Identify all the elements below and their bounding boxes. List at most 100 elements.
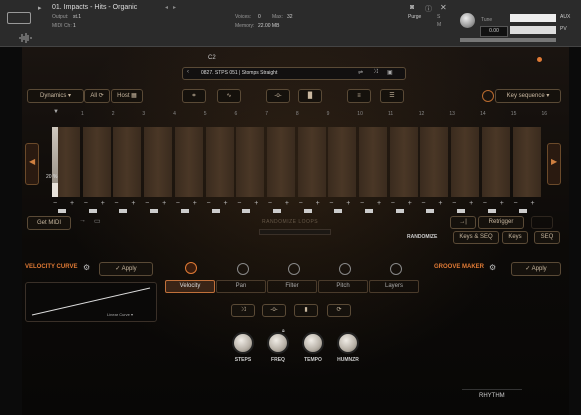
key-sequence-power-icon[interactable] — [482, 90, 494, 102]
close-icon[interactable]: ✕ — [440, 3, 447, 12]
step-plus-icon[interactable]: + — [377, 200, 381, 207]
key-sequence-dropdown[interactable]: Key sequence ▾ — [495, 89, 561, 103]
max-value[interactable]: 32 — [287, 14, 293, 20]
step-toggle[interactable] — [487, 209, 496, 213]
s-button[interactable]: S — [437, 14, 440, 20]
step-bar[interactable] — [389, 127, 418, 197]
info-icon[interactable]: ⓘ — [425, 4, 432, 14]
step-toggle[interactable] — [426, 209, 435, 213]
pan-meter[interactable] — [510, 26, 556, 34]
midi-value[interactable]: 1 — [73, 23, 76, 29]
sequencer-next-button[interactable]: ▶ — [547, 143, 561, 185]
filter-power-icon[interactable] — [288, 263, 300, 275]
step-plus-icon[interactable]: + — [193, 200, 197, 207]
keys-seq-button[interactable]: Keys & SEQ — [453, 231, 499, 244]
step-bar[interactable] — [420, 127, 449, 197]
step-bar[interactable] — [144, 127, 173, 197]
prev-arrow-icon[interactable]: ◂ — [165, 4, 170, 11]
humnzr-knob[interactable] — [337, 332, 359, 354]
step-bar[interactable] — [52, 127, 80, 197]
step-bar[interactable] — [266, 127, 295, 197]
copy-button[interactable]: ≡ — [347, 89, 371, 103]
step-toggle[interactable] — [88, 209, 97, 213]
step-minus-icon[interactable]: − — [114, 200, 118, 207]
collapse-icon[interactable]: ▸ — [38, 4, 46, 12]
keys-button[interactable]: Keys — [502, 231, 528, 244]
level-mod-button[interactable]: ▮ — [294, 304, 318, 317]
groove-apply-button[interactable]: ✓ Apply — [511, 262, 561, 276]
all-toggle[interactable]: All ⟳ — [84, 89, 110, 103]
aux-label[interactable]: AUX — [560, 14, 570, 20]
velocity-curve-graph[interactable] — [25, 282, 157, 322]
pitch-power-icon[interactable] — [339, 263, 351, 275]
step-minus-icon[interactable]: − — [237, 200, 241, 207]
tab-filter[interactable]: Filter — [267, 280, 317, 293]
pan-power-icon[interactable] — [237, 263, 249, 275]
step-minus-icon[interactable]: − — [421, 200, 425, 207]
retrigger-arrow-button[interactable]: →| — [450, 216, 476, 229]
crop-button[interactable]: ⌗ — [182, 89, 206, 103]
velocity-power-icon[interactable] — [185, 262, 197, 274]
preset-prev-icon[interactable]: ‹ — [187, 69, 189, 75]
shuffle-button[interactable]: ⤨ — [231, 304, 255, 317]
step-bar[interactable] — [359, 127, 387, 197]
step-toggle[interactable] — [457, 209, 466, 213]
step-toggle[interactable] — [58, 209, 66, 213]
purge-button[interactable]: Purge — [408, 14, 421, 20]
retrigger-button[interactable]: Retrigger — [478, 216, 524, 229]
step-plus-icon[interactable]: + — [285, 200, 289, 207]
step-minus-icon[interactable]: − — [329, 200, 333, 207]
rhythm-tab[interactable]: RHYTHM — [462, 389, 522, 402]
step-minus-icon[interactable]: − — [268, 200, 272, 207]
get-midi-button[interactable]: Get MIDI — [27, 216, 71, 230]
step-bar[interactable] — [297, 127, 326, 197]
step-bar[interactable] — [481, 127, 510, 197]
velocity-settings-gear-icon[interactable]: ⚙ — [83, 263, 90, 272]
curve-button[interactable]: ∿ — [217, 89, 241, 103]
level-slider[interactable] — [460, 38, 556, 42]
step-toggle[interactable] — [150, 209, 159, 213]
step-toggle[interactable] — [518, 209, 527, 213]
step-bar[interactable] — [205, 127, 234, 197]
step-plus-icon[interactable]: + — [438, 200, 442, 207]
shuffle-icon[interactable]: ⤨ — [373, 69, 378, 76]
step-plus-icon[interactable]: + — [408, 200, 412, 207]
tune-value[interactable]: 0.00 — [480, 26, 508, 37]
step-toggle[interactable] — [303, 209, 312, 213]
sequencer-prev-button[interactable]: ◀ — [25, 143, 39, 185]
steps-knob[interactable] — [232, 332, 254, 354]
step-minus-icon[interactable]: − — [360, 200, 364, 207]
slider-mod-button[interactable]: -o- — [262, 304, 286, 317]
tempo-knob[interactable] — [302, 332, 324, 354]
step-plus-icon[interactable]: + — [531, 200, 535, 207]
step-minus-icon[interactable]: − — [452, 200, 456, 207]
step-toggle[interactable] — [211, 209, 220, 213]
step-sequencer[interactable] — [52, 127, 544, 197]
step-toggle[interactable] — [334, 209, 343, 213]
step-bar[interactable] — [113, 127, 142, 197]
save-preset-icon[interactable]: ⇌ — [358, 69, 363, 76]
step-plus-icon[interactable]: + — [224, 200, 228, 207]
seq-button[interactable]: SEQ — [534, 231, 560, 244]
camera-icon[interactable]: ◙ — [410, 4, 414, 11]
step-minus-icon[interactable]: − — [176, 200, 180, 207]
step-plus-icon[interactable]: + — [316, 200, 320, 207]
step-toggle[interactable] — [395, 209, 404, 213]
step-toggle[interactable] — [119, 209, 128, 213]
groove-settings-gear-icon[interactable]: ⚙ — [489, 263, 496, 272]
next-arrow-icon[interactable]: ▸ — [173, 4, 178, 11]
step-minus-icon[interactable]: − — [391, 200, 395, 207]
slider-button[interactable]: -o- — [266, 89, 290, 103]
step-toggle[interactable] — [272, 209, 281, 213]
preset-name[interactable]: 0827. STPS 051 | Stomps Straight — [201, 70, 277, 76]
step-bar[interactable] — [236, 127, 265, 197]
step-minus-icon[interactable]: − — [207, 200, 211, 207]
freq-knob[interactable] — [267, 332, 289, 354]
list-button[interactable]: ☰ — [380, 89, 404, 103]
step-plus-icon[interactable]: + — [254, 200, 258, 207]
preset-selector[interactable]: ‹ 0827. STPS 051 | Stomps Straight ⇌ ⤨ ▣ — [182, 67, 406, 80]
step-bar[interactable] — [328, 127, 357, 197]
step-toggle[interactable] — [180, 209, 189, 213]
retrigger-extra-button[interactable] — [531, 216, 553, 229]
preset-folder-icon[interactable]: ▣ — [387, 69, 393, 76]
